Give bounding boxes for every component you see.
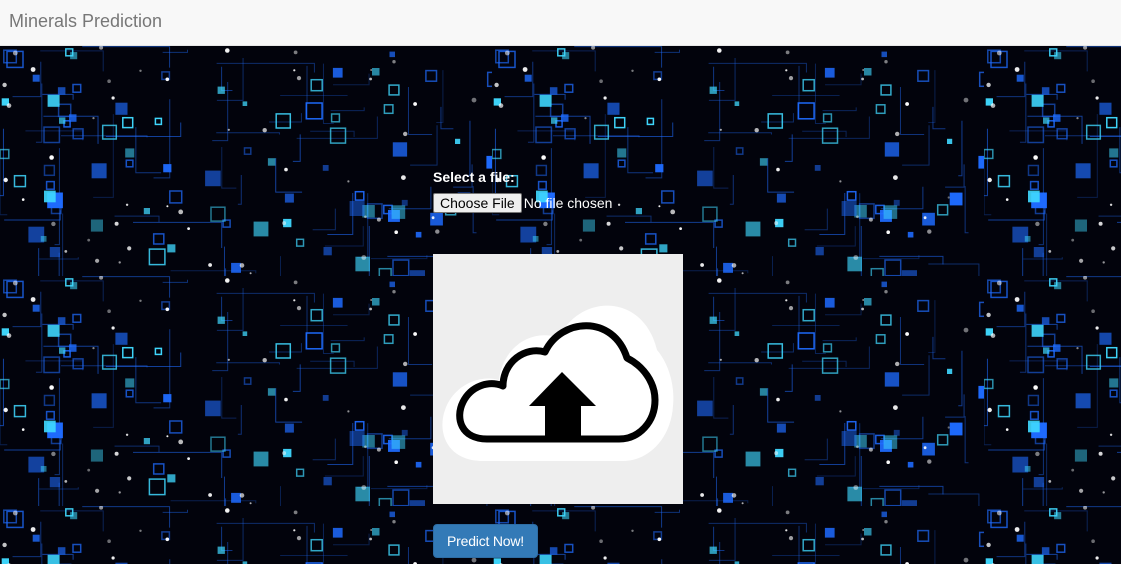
choose-file-button[interactable]: Choose File	[433, 193, 522, 213]
predict-button[interactable]: Predict Now!	[433, 524, 538, 558]
file-status: No file chosen	[523, 195, 613, 211]
file-label: Select a file:	[433, 169, 515, 185]
navbar: Minerals Prediction	[0, 0, 1121, 46]
cloud-upload-icon	[442, 305, 674, 461]
image-preview[interactable]	[433, 254, 683, 504]
file-input[interactable]: Choose File No file chosen	[433, 193, 612, 214]
brand-link[interactable]: Minerals Prediction	[9, 10, 162, 32]
